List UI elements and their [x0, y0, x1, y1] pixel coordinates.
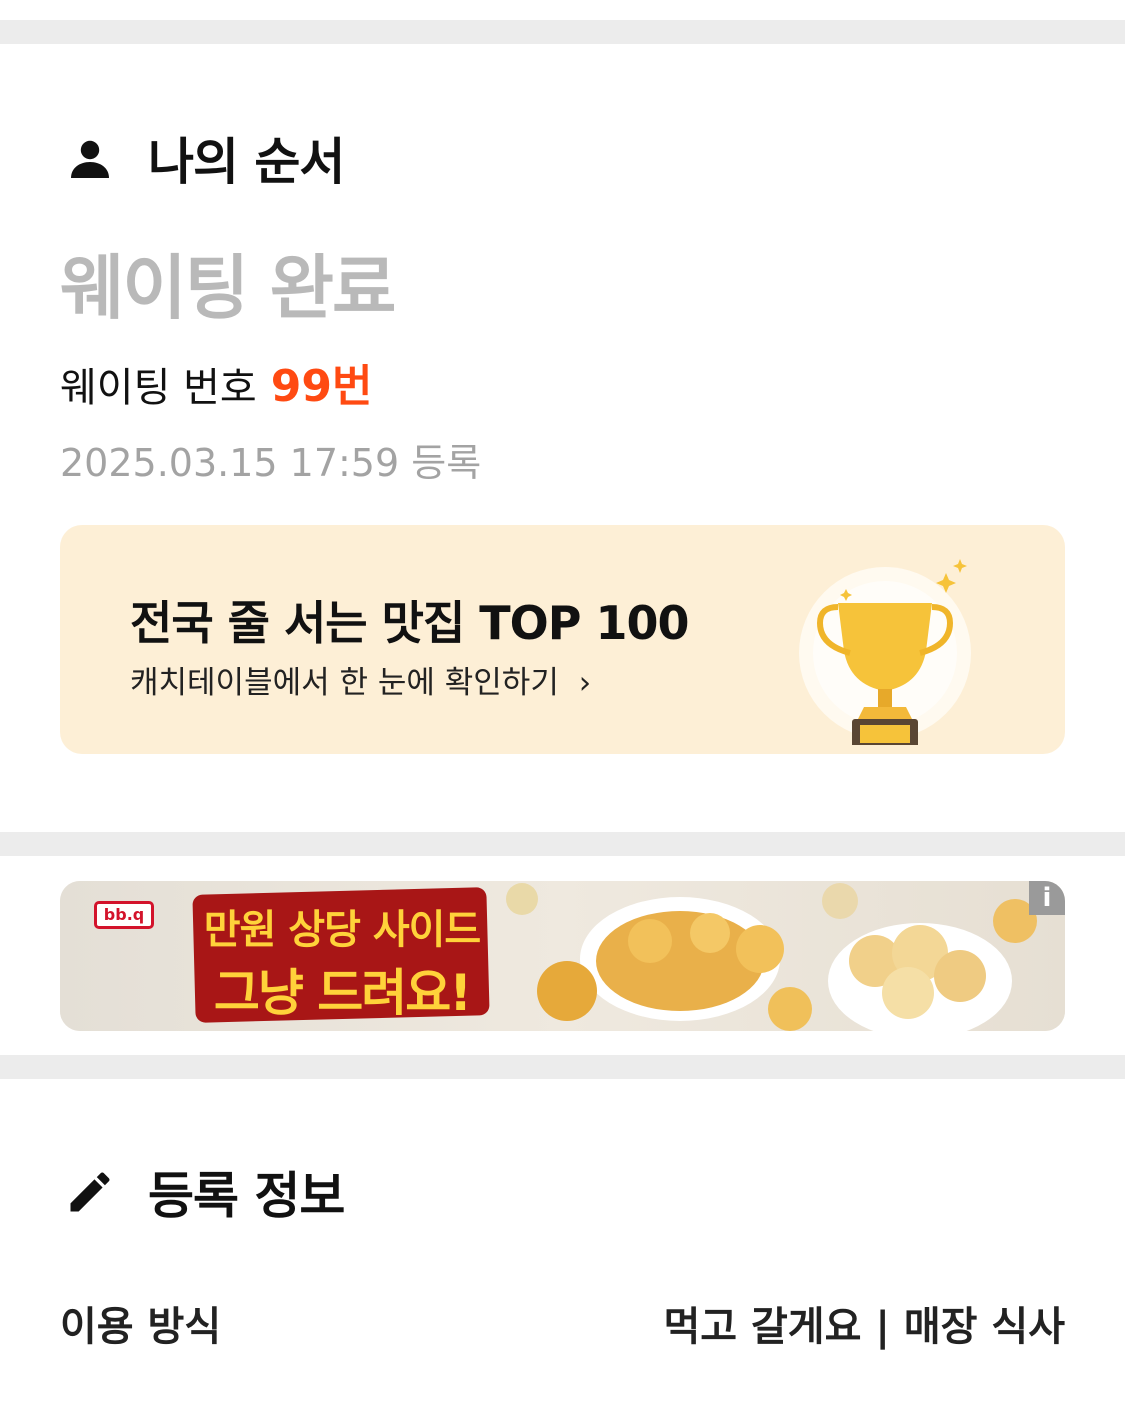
promo-subtitle: 캐치테이블에서 한 눈에 확인하기 › — [130, 657, 591, 702]
waiting-number-label: 웨이팅 번호 — [60, 365, 257, 411]
registration-header: 등록 정보 — [60, 1156, 345, 1228]
ad-headline-line1: 만원 상당 사이드 — [203, 907, 481, 953]
promo-subtitle-text: 캐치테이블에서 한 눈에 확인하기 — [130, 665, 559, 701]
ad-headline-line2: 그냥 드려요! — [213, 964, 472, 1022]
info-row-usage: 이용 방식 먹고 갈게요 | 매장 식사 — [60, 1294, 1065, 1352]
waiting-number: 99번 — [270, 361, 373, 412]
top100-promo-card[interactable]: 전국 줄 서는 맛집 TOP 100 캐치테이블에서 한 눈에 확인하기 › — [60, 525, 1065, 754]
person-icon — [60, 128, 120, 188]
ad-info-badge[interactable]: i — [1029, 881, 1065, 915]
pencil-icon — [60, 1162, 120, 1222]
section-separator — [0, 1055, 1125, 1079]
section-title: 나의 순서 — [148, 133, 345, 191]
bbq-logo: bb.q — [94, 901, 154, 929]
waiting-number-row: 웨이팅 번호 99번 — [60, 350, 372, 414]
section-separator — [0, 20, 1125, 44]
section-title: 등록 정보 — [148, 1167, 345, 1225]
promo-title: 전국 줄 서는 맛집 TOP 100 — [130, 596, 690, 650]
trophy-icon — [798, 545, 988, 751]
waiting-status: 웨이팅 완료 — [60, 247, 396, 329]
bbq-ad-banner[interactable]: bb.q 만원 상당 사이드 그냥 드려요! i — [60, 881, 1065, 1031]
section-separator — [0, 832, 1125, 856]
registered-time: 2025.03.15 17:59 등록 — [60, 441, 482, 485]
my-order-header: 나의 순서 — [60, 122, 345, 194]
info-label: 이용 방식 — [60, 1304, 222, 1350]
chevron-right-icon: › — [578, 665, 592, 701]
info-value: 먹고 갈게요 | 매장 식사 — [663, 1304, 1065, 1350]
